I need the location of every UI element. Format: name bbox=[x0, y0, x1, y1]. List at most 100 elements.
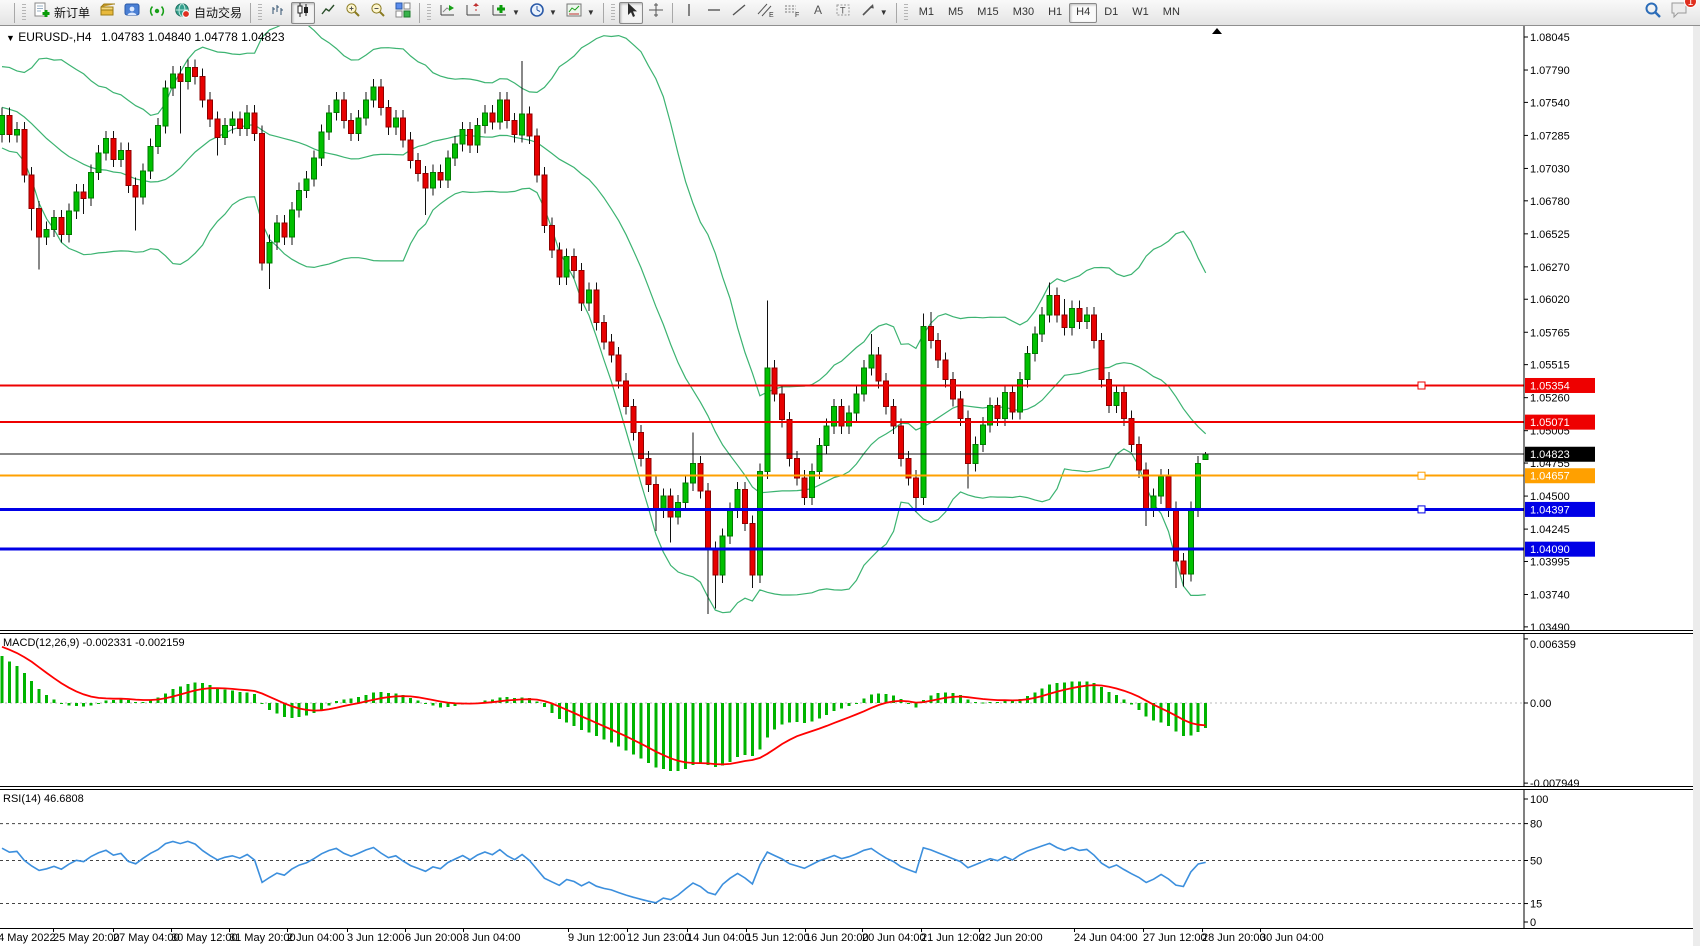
ohlc-low: 1.04778 bbox=[194, 30, 237, 44]
new-order-button[interactable]: 新订单 bbox=[30, 2, 94, 24]
macd-histogram-bar bbox=[1204, 703, 1207, 728]
line-drag-handle[interactable] bbox=[1418, 506, 1425, 513]
macd-histogram-bar bbox=[788, 703, 791, 723]
candle-body bbox=[802, 478, 807, 497]
macd-histogram-bar bbox=[848, 703, 851, 706]
macd-title: MACD(12,26,9) -0.002331 -0.002159 bbox=[3, 637, 185, 649]
line-chart-button[interactable] bbox=[316, 2, 340, 24]
candle-body bbox=[468, 130, 473, 146]
horizontal-line-button[interactable] bbox=[702, 2, 726, 24]
candle-body bbox=[170, 74, 175, 88]
timeframe-w1-button[interactable]: W1 bbox=[1125, 3, 1156, 23]
macd-histogram-bar bbox=[45, 695, 48, 703]
metaeditor-button[interactable] bbox=[95, 2, 119, 24]
timeframe-h4-button[interactable]: H4 bbox=[1069, 3, 1097, 23]
chart-shift-button[interactable] bbox=[461, 2, 486, 24]
macd-histogram-bar bbox=[1070, 681, 1073, 703]
candle-body bbox=[260, 134, 265, 264]
candle-body bbox=[1107, 380, 1112, 406]
candle-body bbox=[527, 114, 532, 136]
svg-text:T: T bbox=[840, 6, 846, 16]
templates-button[interactable]: ▼ bbox=[562, 2, 599, 24]
candle-body bbox=[787, 420, 792, 459]
bar-chart-button[interactable] bbox=[266, 2, 290, 24]
line-drag-handle[interactable] bbox=[1418, 472, 1425, 479]
candle-body bbox=[520, 114, 525, 135]
community-button[interactable] bbox=[120, 2, 144, 24]
candle-body bbox=[215, 119, 220, 137]
candle-body bbox=[549, 225, 554, 250]
candle-body bbox=[490, 113, 495, 122]
fibonacci-button[interactable]: F bbox=[779, 2, 805, 24]
timeframe-mn-button[interactable]: MN bbox=[1156, 3, 1187, 23]
zoom-out-button[interactable] bbox=[366, 2, 390, 24]
time-axis[interactable]: 24 May 202225 May 20:0027 May 04:0030 Ma… bbox=[0, 928, 1700, 946]
timeframe-m30-button[interactable]: M30 bbox=[1006, 3, 1041, 23]
auto-scroll-button[interactable] bbox=[435, 2, 460, 24]
macd-histogram-bar bbox=[60, 703, 63, 704]
ohlc-high: 1.04840 bbox=[148, 30, 191, 44]
macd-histogram-bar bbox=[729, 703, 732, 762]
vertical-line-button[interactable] bbox=[677, 2, 701, 24]
text-label-button[interactable]: T bbox=[831, 2, 855, 24]
candle-body bbox=[104, 139, 109, 153]
candle-body bbox=[713, 549, 718, 575]
symbol-menu-arrow-icon[interactable]: ▼ bbox=[6, 33, 15, 43]
candle-body bbox=[1084, 315, 1089, 322]
crosshair-icon bbox=[648, 2, 664, 23]
timeframe-m15-button[interactable]: M15 bbox=[970, 3, 1005, 23]
candle-body bbox=[282, 223, 287, 237]
candle-body bbox=[111, 139, 116, 160]
candle-body bbox=[876, 355, 881, 381]
candle-body bbox=[453, 144, 458, 158]
macd-histogram-bar bbox=[907, 703, 910, 704]
ohlc-close: 1.04823 bbox=[241, 30, 284, 44]
candle-body bbox=[274, 223, 279, 242]
chevron-down-icon: ▼ bbox=[587, 8, 595, 17]
toolbar: 新订单 自动交易 bbox=[0, 0, 1700, 26]
timeframe-m1-button[interactable]: M1 bbox=[912, 3, 941, 23]
macd-histogram-bar bbox=[781, 703, 784, 724]
autotrade-button[interactable]: 自动交易 bbox=[170, 2, 246, 24]
macd-histogram-bar bbox=[796, 703, 799, 722]
candle-body bbox=[245, 113, 250, 129]
zoom-in-button[interactable] bbox=[341, 2, 365, 24]
chart-shift-marker[interactable] bbox=[1212, 28, 1222, 34]
line-drag-handle[interactable] bbox=[1418, 382, 1425, 389]
templates-icon bbox=[566, 2, 583, 23]
search-icon[interactable] bbox=[1644, 1, 1662, 24]
timeframe-h1-button[interactable]: H1 bbox=[1041, 3, 1069, 23]
macd-histogram-bar bbox=[223, 690, 226, 703]
cursor-button[interactable] bbox=[619, 2, 643, 24]
price-badge-label: 1.04397 bbox=[1530, 504, 1570, 516]
trendline-button[interactable] bbox=[727, 2, 751, 24]
tile-windows-button[interactable] bbox=[391, 2, 415, 24]
chat-button[interactable]: 1 bbox=[1670, 1, 1690, 24]
arrows-button[interactable]: ▼ bbox=[856, 2, 892, 24]
timeframe-d1-button[interactable]: D1 bbox=[1097, 3, 1125, 23]
crosshair-button[interactable] bbox=[644, 2, 668, 24]
candlestick-chart[interactable]: 1.080451.077901.075401.072851.070301.067… bbox=[0, 26, 1700, 630]
macd-histogram-bar bbox=[706, 703, 709, 765]
main-chart-panel[interactable]: 1.080451.077901.075401.072851.070301.067… bbox=[0, 26, 1700, 630]
macd-panel[interactable]: 0.0063590.00-0.007949 MACD(12,26,9) -0.0… bbox=[0, 634, 1700, 786]
macd-histogram-bar bbox=[327, 703, 330, 705]
candle-body bbox=[118, 150, 123, 159]
macd-histogram-bar bbox=[67, 703, 70, 706]
macd-histogram-bar bbox=[1108, 692, 1111, 703]
candle-body bbox=[579, 271, 584, 303]
candle-body bbox=[594, 290, 599, 322]
text-button[interactable]: A bbox=[806, 2, 830, 24]
rsi-panel[interactable]: 1008050150 RSI(14) 46.6808 bbox=[0, 790, 1700, 928]
periods-button[interactable]: ▼ bbox=[525, 2, 561, 24]
macd-signal-value: -0.002159 bbox=[135, 637, 185, 649]
candlestick-chart-button[interactable] bbox=[291, 2, 315, 24]
toolbar-separator bbox=[14, 3, 15, 23]
equidistant-channel-button[interactable]: E bbox=[752, 2, 778, 24]
candle-body bbox=[1196, 464, 1201, 509]
timeframe-m5-button[interactable]: M5 bbox=[941, 3, 970, 23]
signals-button[interactable] bbox=[145, 2, 169, 24]
candle-body bbox=[765, 368, 770, 472]
time-axis-label: 25 May 20:00 bbox=[53, 932, 120, 944]
indicators-button[interactable]: ▼ bbox=[487, 2, 524, 24]
